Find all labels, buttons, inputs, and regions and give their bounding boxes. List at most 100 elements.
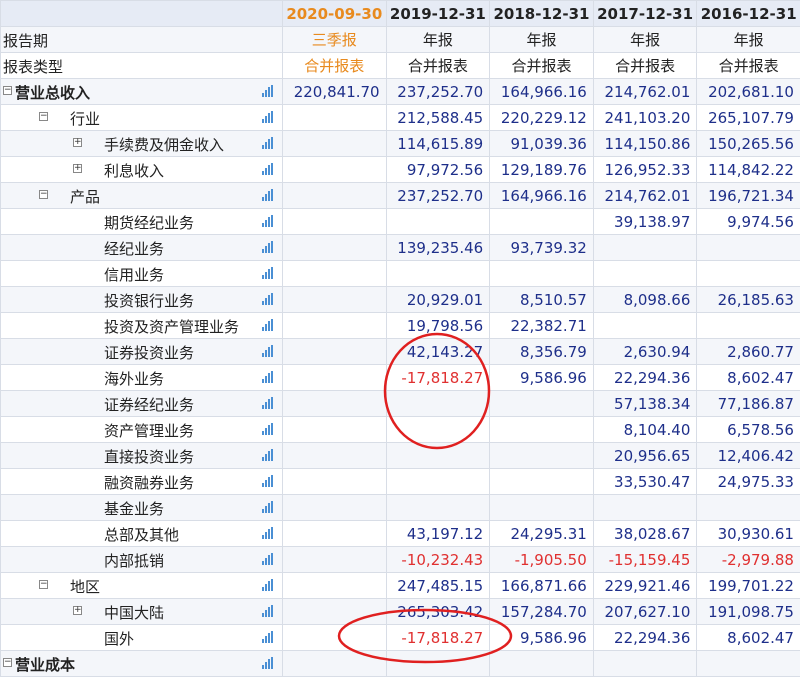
row-label: 资产管理业务 xyxy=(1,417,283,443)
bar-chart-icon[interactable] xyxy=(262,319,274,331)
table-row[interactable]: 投资及资产管理业务19,798.5622,382.71 xyxy=(1,313,800,339)
bar-chart-icon[interactable] xyxy=(262,501,274,513)
table-row[interactable]: −营业成本 xyxy=(1,651,800,677)
expand-icon[interactable]: + xyxy=(73,606,82,615)
bar-chart-icon[interactable] xyxy=(262,267,274,279)
row-label-text: 投资银行业务 xyxy=(104,290,194,311)
bar-chart-icon[interactable] xyxy=(262,163,274,175)
value-cell xyxy=(283,365,387,391)
table-row[interactable]: +中国大陆265,303.42157,284.70207,627.10191,0… xyxy=(1,599,800,625)
value-cell: 214,762.01 xyxy=(593,79,697,105)
bar-chart-icon[interactable] xyxy=(262,423,274,435)
period-header[interactable]: 2018-12-31 xyxy=(490,1,594,27)
row-label: 内部抵销 xyxy=(1,547,283,573)
bar-chart-icon[interactable] xyxy=(262,345,274,357)
value-cell xyxy=(283,417,387,443)
value-cell: 9,586.96 xyxy=(490,625,594,651)
bar-chart-icon[interactable] xyxy=(262,579,274,591)
table-row[interactable]: 海外业务-17,818.279,586.9622,294.368,602.47 xyxy=(1,365,800,391)
value-cell: 164,966.16 xyxy=(490,183,594,209)
collapse-icon[interactable]: − xyxy=(3,86,12,95)
table-row[interactable]: 证券投资业务42,143.278,356.792,630.942,860.77 xyxy=(1,339,800,365)
table-row[interactable]: −产品237,252.70164,966.16214,762.01196,721… xyxy=(1,183,800,209)
table-row[interactable]: 期货经纪业务39,138.979,974.56 xyxy=(1,209,800,235)
value-cell: -10,232.43 xyxy=(386,547,490,573)
bar-chart-icon[interactable] xyxy=(262,215,274,227)
value-cell xyxy=(283,573,387,599)
value-cell: 9,974.56 xyxy=(697,209,800,235)
table-row[interactable]: +利息收入97,972.56129,189.76126,952.33114,84… xyxy=(1,157,800,183)
meta-cell: 年报 xyxy=(697,27,800,53)
table-row[interactable]: 内部抵销-10,232.43-1,905.50-15,159.45-2,979.… xyxy=(1,547,800,573)
period-header[interactable]: 2020-09-30 xyxy=(283,1,387,27)
value-cell xyxy=(283,287,387,313)
row-label-text: 营业成本 xyxy=(15,654,75,675)
bar-chart-icon[interactable] xyxy=(262,449,274,461)
collapse-icon[interactable]: − xyxy=(39,580,48,589)
bar-chart-icon[interactable] xyxy=(262,631,274,643)
table-row[interactable]: 国外-17,818.279,586.9622,294.368,602.47 xyxy=(1,625,800,651)
row-label: 总部及其他 xyxy=(1,521,283,547)
row-label: 证券经纪业务 xyxy=(1,391,283,417)
value-cell xyxy=(386,261,490,287)
row-label-text: 地区 xyxy=(70,576,100,597)
row-label: +利息收入 xyxy=(1,157,283,183)
table-row[interactable]: −营业总收入220,841.70237,252.70164,966.16214,… xyxy=(1,79,800,105)
value-cell: 207,627.10 xyxy=(593,599,697,625)
table-row[interactable]: 投资银行业务20,929.018,510.578,098.6626,185.63 xyxy=(1,287,800,313)
value-cell: 247,485.15 xyxy=(386,573,490,599)
table-row[interactable]: 基金业务 xyxy=(1,495,800,521)
row-label-text: 中国大陆 xyxy=(104,602,164,623)
value-cell: 8,602.47 xyxy=(697,625,800,651)
row-label: −营业总收入 xyxy=(1,79,283,105)
value-cell: 33,530.47 xyxy=(593,469,697,495)
value-cell: 150,265.56 xyxy=(697,131,800,157)
table-row[interactable]: 融资融券业务33,530.4724,975.33 xyxy=(1,469,800,495)
row-label-text: 直接投资业务 xyxy=(104,446,194,467)
value-cell xyxy=(283,625,387,651)
bar-chart-icon[interactable] xyxy=(262,241,274,253)
period-header[interactable]: 2019-12-31 xyxy=(386,1,490,27)
expand-icon[interactable]: + xyxy=(73,164,82,173)
row-label: 直接投资业务 xyxy=(1,443,283,469)
table-row[interactable]: 总部及其他43,197.1224,295.3138,028.6730,930.6… xyxy=(1,521,800,547)
table-row[interactable]: 信用业务 xyxy=(1,261,800,287)
period-header[interactable]: 2017-12-31 xyxy=(593,1,697,27)
collapse-icon[interactable]: − xyxy=(3,658,12,667)
bar-chart-icon[interactable] xyxy=(262,605,274,617)
bar-chart-icon[interactable] xyxy=(262,397,274,409)
row-label-text: 信用业务 xyxy=(104,264,164,285)
value-cell xyxy=(386,495,490,521)
row-label-text: 海外业务 xyxy=(104,368,164,389)
table-row[interactable]: −行业212,588.45220,229.12241,103.20265,107… xyxy=(1,105,800,131)
table-row[interactable]: 直接投资业务20,956.6512,406.42 xyxy=(1,443,800,469)
period-header[interactable]: 2016-12-31 xyxy=(697,1,800,27)
bar-chart-icon[interactable] xyxy=(262,553,274,565)
expand-icon[interactable]: + xyxy=(73,138,82,147)
bar-chart-icon[interactable] xyxy=(262,111,274,123)
bar-chart-icon[interactable] xyxy=(262,527,274,539)
header-corner xyxy=(1,1,283,27)
row-label: − 地区 xyxy=(1,573,283,599)
collapse-icon[interactable]: − xyxy=(39,112,48,121)
bar-chart-icon[interactable] xyxy=(262,371,274,383)
table-row[interactable]: 资产管理业务8,104.406,578.56 xyxy=(1,417,800,443)
bar-chart-icon[interactable] xyxy=(262,293,274,305)
bar-chart-icon[interactable] xyxy=(262,137,274,149)
table-row[interactable]: −地区247,485.15166,871.66229,921.46199,701… xyxy=(1,573,800,599)
table-row[interactable]: +手续费及佣金收入114,615.8991,039.36114,150.8615… xyxy=(1,131,800,157)
value-cell: 199,701.22 xyxy=(697,573,800,599)
value-cell xyxy=(386,443,490,469)
row-label-text: 行业 xyxy=(70,108,100,129)
bar-chart-icon[interactable] xyxy=(262,85,274,97)
bar-chart-icon[interactable] xyxy=(262,475,274,487)
table-row[interactable]: 证券经纪业务57,138.3477,186.87 xyxy=(1,391,800,417)
value-cell: 43,197.12 xyxy=(386,521,490,547)
row-label: −营业成本 xyxy=(1,651,283,677)
collapse-icon[interactable]: − xyxy=(39,190,48,199)
value-cell xyxy=(593,495,697,521)
table-row[interactable]: 经纪业务139,235.4693,739.32 xyxy=(1,235,800,261)
bar-chart-icon[interactable] xyxy=(262,189,274,201)
financial-table: 2020-09-30 2019-12-31 2018-12-31 2017-12… xyxy=(0,0,800,677)
bar-chart-icon[interactable] xyxy=(262,657,274,669)
